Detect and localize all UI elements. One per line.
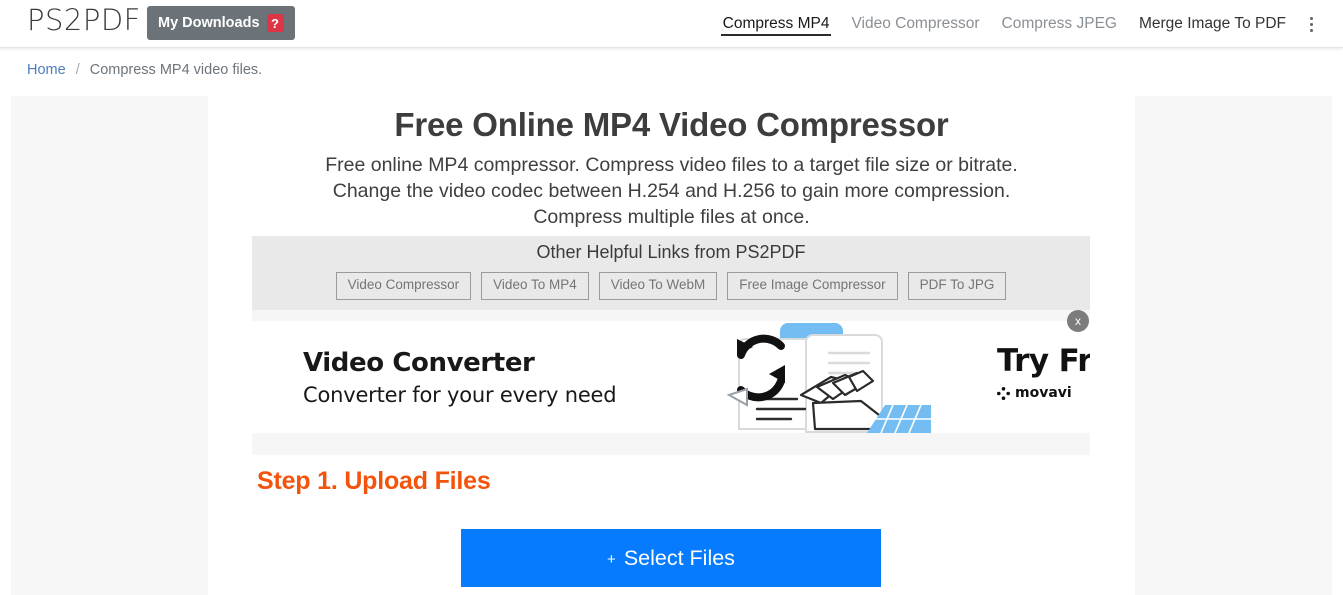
breadcrumb: Home / Compress MP4 video files. <box>27 62 262 78</box>
helpful-link-video-to-mp4[interactable]: Video To MP4 <box>481 272 589 300</box>
nav-item-video-compressor[interactable]: Video Compressor <box>840 0 990 48</box>
kebab-menu-icon[interactable] <box>1301 13 1321 35</box>
kebab-dot <box>1309 22 1313 26</box>
helpful-link-pdf-to-jpg[interactable]: PDF To JPG <box>907 272 1007 300</box>
select-files-button[interactable]: + Select Files <box>461 529 881 587</box>
helpful-link-video-to-webm[interactable]: Video To WebM <box>598 272 718 300</box>
page-description: Free online MP4 compressor. Compress vid… <box>208 152 1135 230</box>
ad-cta-label: Try Free <box>997 343 1090 379</box>
ad-text-block: Video Converter Converter for your every… <box>303 348 617 407</box>
breadcrumb-home-link[interactable]: Home <box>27 62 66 78</box>
breadcrumb-current: Compress MP4 video files. <box>89 62 263 78</box>
helpful-links-bottom-strip <box>252 310 1090 321</box>
right-ad-rail <box>1135 96 1332 595</box>
my-downloads-label: My Downloads <box>158 15 260 31</box>
page-description-line-2: Change the video codec between H.254 and… <box>332 180 1011 202</box>
site-logo[interactable]: PS2PDF <box>27 3 141 37</box>
nav-item-compress-mp4[interactable]: Compress MP4 <box>712 0 841 48</box>
my-downloads-button[interactable]: My Downloads ? <box>147 6 295 40</box>
ad-headline: Video Converter <box>303 348 535 378</box>
nav-item-merge-image-to-pdf[interactable]: Merge Image To PDF <box>1128 0 1297 48</box>
main-content: Free Online MP4 Video Compressor Free on… <box>208 96 1135 595</box>
ad-banner[interactable]: Video Converter Converter for your every… <box>252 321 1090 433</box>
page-title: Free Online MP4 Video Compressor <box>394 106 949 143</box>
helpful-links-title: Other Helpful Links from PS2PDF <box>536 242 806 262</box>
kebab-dot <box>1309 28 1313 32</box>
main-nav: Compress MP4 Video Compressor Compress J… <box>712 0 1297 48</box>
kebab-dot <box>1309 16 1313 20</box>
plus-icon: + <box>607 550 616 568</box>
breadcrumb-separator: / <box>75 62 80 78</box>
help-badge-icon[interactable]: ? <box>266 14 284 32</box>
helpful-links-panel: Other Helpful Links from PS2PDF Video Co… <box>252 236 1090 314</box>
ad-brand-label: movavi <box>1015 385 1072 401</box>
helpful-link-video-compressor[interactable]: Video Compressor <box>335 272 472 300</box>
ad-bottom-strip <box>252 433 1090 455</box>
helpful-link-free-image-compressor[interactable]: Free Image Compressor <box>727 272 898 300</box>
ad-subheadline: Converter for your every need <box>303 383 617 407</box>
nav-item-compress-jpeg[interactable]: Compress JPEG <box>991 0 1128 48</box>
site-header: PS2PDF My Downloads ? Compress MP4 Video… <box>0 0 1343 48</box>
ad-close-icon[interactable]: x <box>1067 310 1089 332</box>
page-description-line-3: Compress multiple files at once. <box>533 206 810 228</box>
movavi-logo-icon <box>997 386 1010 400</box>
step-title: Step 1. Upload Files <box>257 467 491 495</box>
ad-brand: movavi <box>997 385 1090 401</box>
left-ad-rail <box>11 96 208 595</box>
helpful-links-row: Video Compressor Video To MP4 Video To W… <box>252 272 1090 300</box>
page-description-line-1: Free online MP4 compressor. Compress vid… <box>325 154 1018 176</box>
ad-cta-block[interactable]: Try Free movavi <box>997 343 1090 401</box>
ad-illustration-icon <box>717 321 947 433</box>
page-root: PS2PDF My Downloads ? Compress MP4 Video… <box>0 0 1343 595</box>
select-files-label: Select Files <box>623 545 735 570</box>
